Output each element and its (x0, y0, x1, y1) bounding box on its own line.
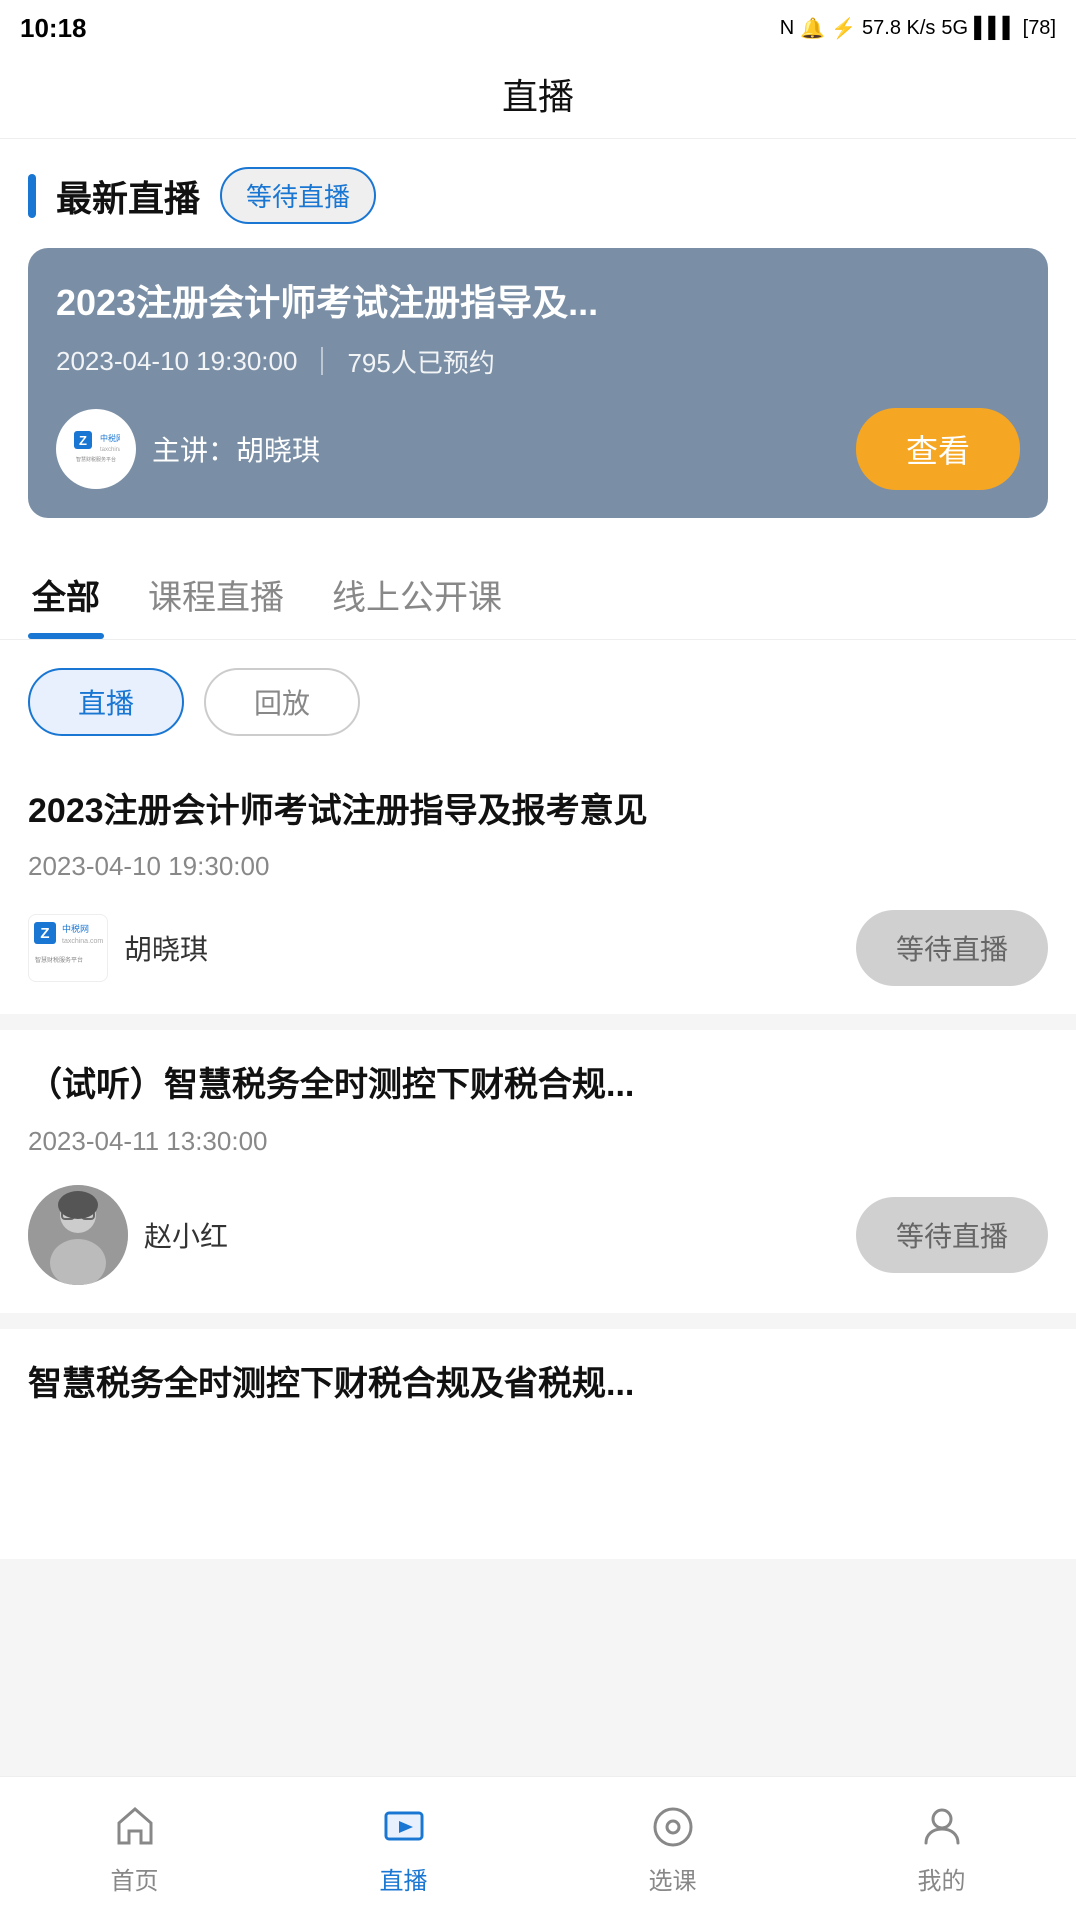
tabs-row: 全部 课程直播 线上公开课 (28, 546, 1048, 639)
list-item-logo: Z 中税网 taxchina.com 智慧财税服务平台 (28, 914, 108, 982)
featured-card-presenter: Z 中税网 taxchina.com 智慧财税服务平台 主讲：胡晓琪 (56, 409, 320, 489)
page-content: 最新直播 等待直播 2023注册会计师考试注册指导及... 2023-04-10… (0, 139, 1076, 1559)
list-item-title: （试听）智慧税务全时测控下财税合规... (28, 1062, 1048, 1110)
nav-item-profile[interactable]: 我的 (807, 1793, 1076, 1896)
status-bar: 10:18 N 🔔 ⚡ 57.8 K/s 5G ▌▌▌ [78] (0, 0, 1076, 52)
featured-card-bottom: Z 中税网 taxchina.com 智慧财税服务平台 主讲：胡晓琪 查看 (56, 408, 1020, 490)
page-title: 直播 (502, 76, 574, 117)
list-item-status-button-2[interactable]: 等待直播 (856, 1197, 1048, 1273)
featured-presenter-name: 主讲：胡晓琪 (152, 429, 320, 469)
list-item-presenter-name: 赵小红 (144, 1215, 228, 1255)
featured-card-reserve-count: 795人已预约 (347, 343, 494, 380)
select-course-icon (647, 1801, 699, 1853)
list-item-date: 2023-04-10 19:30:00 (28, 851, 1048, 882)
list-item-presenter: Z 中税网 taxchina.com 智慧财税服务平台 胡晓琪 (28, 914, 208, 982)
latest-header-row: 最新直播 等待直播 (28, 167, 1048, 224)
svg-text:智慧财税服务平台: 智慧财税服务平台 (76, 456, 116, 463)
featured-card: 2023注册会计师考试注册指导及... 2023-04-10 19:30:00 … (28, 248, 1048, 518)
nav-label-select: 选课 (649, 1861, 697, 1896)
list-item-presenter-name: 胡晓琪 (124, 928, 208, 968)
featured-card-title: 2023注册会计师考试注册指导及... (56, 280, 1020, 327)
latest-bar-accent (28, 174, 36, 218)
meta-divider (321, 347, 323, 375)
svg-text:taxchina.com: taxchina.com (62, 938, 103, 945)
home-icon (109, 1801, 161, 1853)
svg-text:taxchina.com: taxchina.com (100, 447, 120, 453)
tab-online-open[interactable]: 线上公开课 (328, 554, 506, 639)
presenter-avatar (28, 1185, 128, 1285)
toggle-replay-button[interactable]: 回放 (204, 668, 360, 736)
waiting-badge-button[interactable]: 等待直播 (220, 167, 376, 224)
nav-item-home[interactable]: 首页 (0, 1793, 269, 1896)
view-button[interactable]: 查看 (856, 408, 1020, 490)
profile-icon (916, 1801, 968, 1853)
nav-item-live[interactable]: 直播 (269, 1793, 538, 1896)
bluetooth-icon: ⚡ (831, 16, 856, 41)
nav-label-profile: 我的 (918, 1861, 966, 1896)
latest-section-header: 最新直播 等待直播 (0, 139, 1076, 224)
featured-card-meta: 2023-04-10 19:30:00 795人已预约 (56, 343, 1020, 380)
alarm-icon: 🔔 (800, 16, 825, 41)
nfc-icon: N (780, 17, 794, 40)
toggle-row: 直播 回放 (0, 640, 1076, 756)
5g-icon: 5G (941, 17, 968, 40)
signal-strength: 57.8 K/s (862, 17, 935, 40)
svg-text:Z: Z (79, 433, 87, 448)
list-item-bottom: 赵小红 等待直播 (28, 1185, 1048, 1285)
list-item-partial-title: 智慧税务全时测控下财税合规及省税规... (28, 1361, 1048, 1409)
list-item-presenter: 赵小红 (28, 1185, 228, 1285)
list-item-date: 2023-04-11 13:30:00 (28, 1126, 1048, 1157)
nav-label-home: 首页 (111, 1861, 159, 1896)
battery-icon: [78] (1023, 17, 1056, 40)
status-time: 10:18 (20, 13, 87, 44)
bottom-nav: 首页 直播 选课 我的 (0, 1776, 1076, 1916)
nav-item-select[interactable]: 选课 (538, 1793, 807, 1896)
nav-label-live: 直播 (380, 1861, 428, 1896)
list-item-partial: 智慧税务全时测控下财税合规及省税规... (0, 1329, 1076, 1419)
featured-card-date: 2023-04-10 19:30:00 (56, 346, 297, 377)
svg-text:中税网: 中税网 (62, 923, 89, 934)
svg-text:Z: Z (40, 925, 49, 942)
list-item: （试听）智慧税务全时测控下财税合规... 2023-04-11 13:30:00 (0, 1030, 1076, 1313)
list-item-bottom: Z 中税网 taxchina.com 智慧财税服务平台 胡晓琪 等待直播 (28, 910, 1048, 986)
tabs-container: 全部 课程直播 线上公开课 (0, 546, 1076, 640)
toggle-live-button[interactable]: 直播 (28, 668, 184, 736)
list-item-status-button-1[interactable]: 等待直播 (856, 910, 1048, 986)
list-section: 2023注册会计师考试注册指导及报考意见 2023-04-10 19:30:00… (0, 756, 1076, 1419)
svg-text:中税网: 中税网 (100, 433, 120, 443)
tab-course-live[interactable]: 课程直播 (144, 554, 288, 639)
list-item-title: 2023注册会计师考试注册指导及报考意见 (28, 788, 1048, 836)
signal-bars: ▌▌▌ (974, 17, 1017, 40)
featured-card-logo: Z 中税网 taxchina.com 智慧财税服务平台 (56, 409, 136, 489)
status-icons: N 🔔 ⚡ 57.8 K/s 5G ▌▌▌ [78] (780, 16, 1056, 41)
latest-title: 最新直播 (56, 170, 200, 222)
live-icon (378, 1801, 430, 1853)
page-header: 直播 (0, 52, 1076, 139)
tab-all[interactable]: 全部 (28, 554, 104, 639)
list-item: 2023注册会计师考试注册指导及报考意见 2023-04-10 19:30:00… (0, 756, 1076, 1015)
svg-text:智慧财税服务平台: 智慧财税服务平台 (35, 956, 83, 964)
